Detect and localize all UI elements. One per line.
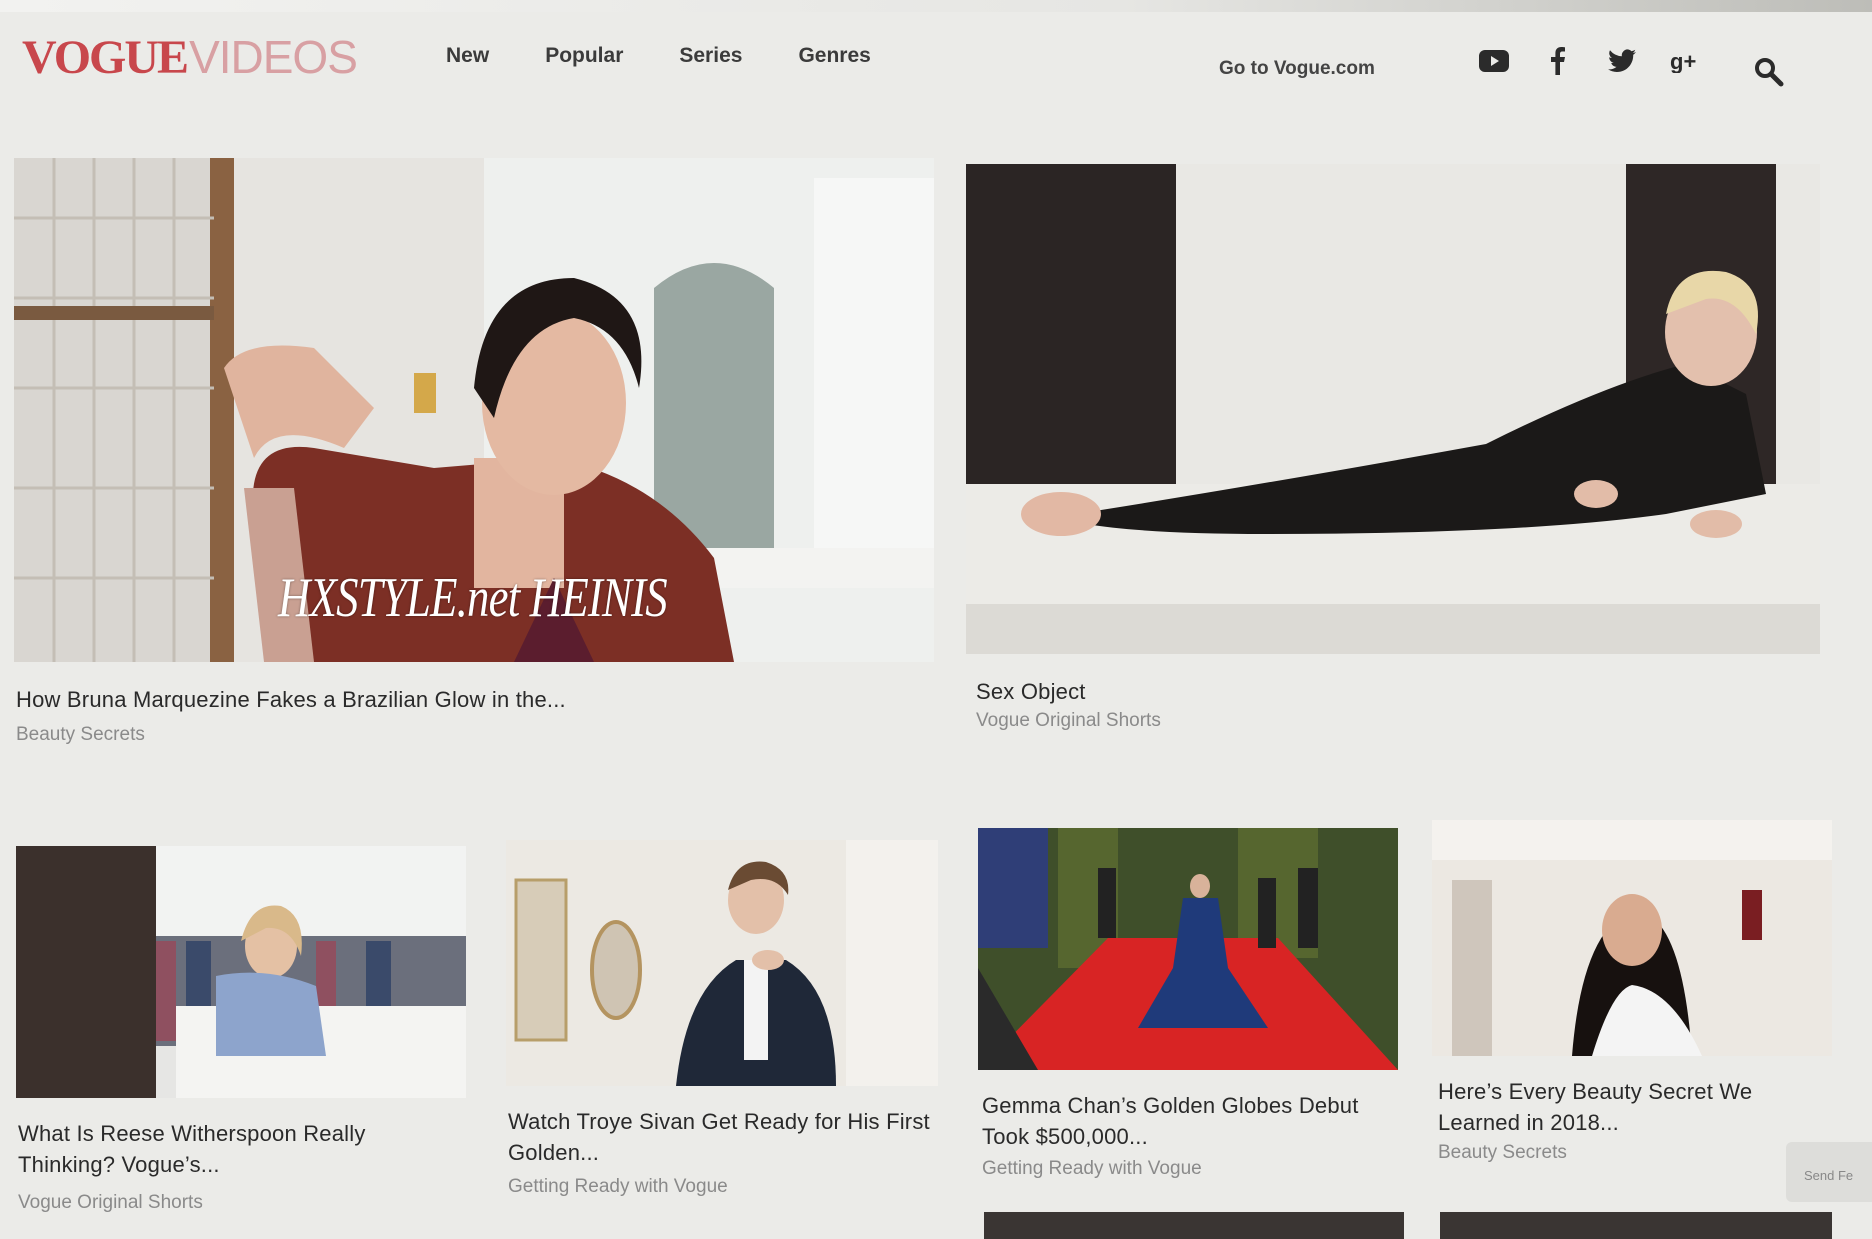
video-thumbnail-kylie[interactable]	[1432, 820, 1832, 1056]
logo-videos: VIDEOS	[189, 31, 358, 83]
video-title[interactable]: What Is Reese Witherspoon Really Thinkin…	[18, 1118, 468, 1180]
video-series[interactable]: Vogue Original Shorts	[976, 710, 1161, 732]
video-title[interactable]: Watch Troye Sivan Get Ready for His Firs…	[508, 1106, 948, 1168]
nav-new[interactable]: New	[446, 44, 489, 68]
social-links: g+	[1474, 44, 1730, 78]
browser-edge	[0, 0, 1872, 12]
facebook-icon[interactable]	[1538, 44, 1578, 78]
video-thumbnail-troye[interactable]	[506, 840, 938, 1086]
video-thumbnail-partial[interactable]	[1440, 1212, 1832, 1239]
video-series[interactable]: Beauty Secrets	[16, 724, 145, 746]
video-title[interactable]: Gemma Chan’s Golden Globes Debut Took $5…	[982, 1090, 1402, 1152]
video-series[interactable]: Getting Ready with Vogue	[982, 1158, 1202, 1180]
video-title[interactable]: Here’s Every Beauty Secret We Learned in…	[1438, 1076, 1818, 1138]
logo-vogue: VOGUE	[22, 31, 189, 84]
video-series[interactable]: Beauty Secrets	[1438, 1142, 1567, 1164]
main-nav: New Popular Series Genres	[446, 44, 927, 68]
youtube-icon[interactable]	[1474, 44, 1514, 78]
video-title[interactable]: How Bruna Marquezine Fakes a Brazilian G…	[16, 684, 916, 715]
search-icon[interactable]	[1753, 56, 1785, 88]
watermark-text: HXSTYLE.net HEINIS	[278, 567, 668, 629]
nav-popular[interactable]: Popular	[545, 44, 623, 68]
twitter-icon[interactable]	[1602, 44, 1642, 78]
video-thumbnail-reese[interactable]	[16, 846, 466, 1098]
video-thumbnail-sex-object[interactable]	[966, 164, 1820, 654]
feedback-button[interactable]: Send Fe	[1786, 1142, 1872, 1202]
nav-series[interactable]: Series	[679, 44, 742, 68]
vogue-videos-logo[interactable]: VOGUE VIDEOS	[22, 30, 358, 85]
video-series[interactable]: Vogue Original Shorts	[18, 1192, 203, 1214]
video-thumbnail-gemma[interactable]	[978, 828, 1398, 1070]
nav-genres[interactable]: Genres	[798, 44, 870, 68]
video-series[interactable]: Getting Ready with Vogue	[508, 1176, 728, 1198]
google-plus-icon[interactable]: g+	[1666, 44, 1706, 78]
video-title[interactable]: Sex Object	[976, 676, 1796, 707]
video-thumbnail-partial[interactable]	[984, 1212, 1404, 1239]
go-to-vogue-link[interactable]: Go to Vogue.com	[1219, 58, 1375, 80]
svg-text:g+: g+	[1670, 49, 1696, 73]
